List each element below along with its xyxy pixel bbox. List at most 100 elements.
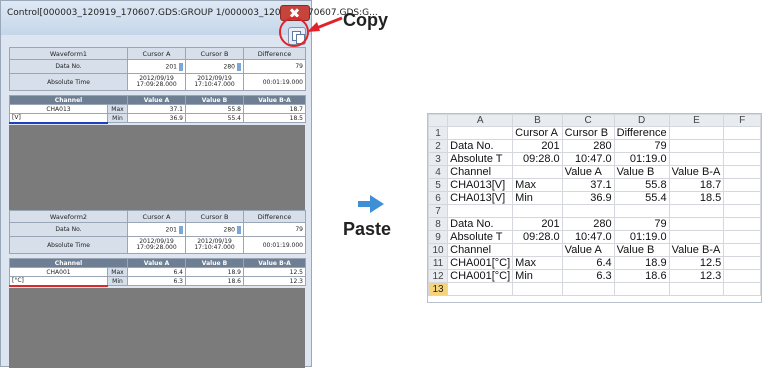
sheet-cell[interactable]: Value B-A	[668, 243, 725, 257]
sheet-cell[interactable]: 6.4	[561, 256, 615, 270]
sheet-cell[interactable]	[723, 165, 761, 179]
sheet-cell[interactable]: 09:28.0	[512, 230, 563, 244]
sheet-cell[interactable]: 280	[561, 139, 615, 153]
row-header[interactable]: 11	[428, 256, 449, 270]
sheet-cell[interactable]: Cursor B	[561, 126, 615, 140]
sheet-cell[interactable]	[613, 282, 670, 296]
sheet-cell[interactable]: CHA013[V]	[447, 191, 514, 205]
row-header[interactable]: 5	[428, 178, 449, 192]
sheet-cell[interactable]: Absolute T	[447, 230, 514, 244]
sheet-cell[interactable]	[668, 126, 725, 140]
sheet-cell[interactable]: 37.1	[561, 178, 615, 192]
sheet-cell[interactable]: Channel	[447, 165, 514, 179]
sheet-cell[interactable]: 12.3	[668, 269, 725, 283]
column-header[interactable]: D	[613, 114, 670, 127]
sheet-cell[interactable]: 10:47.0	[561, 152, 615, 166]
sheet-cell[interactable]: Data No.	[447, 217, 514, 231]
sheet-cell[interactable]	[723, 178, 761, 192]
sheet-cell[interactable]	[723, 282, 761, 296]
sheet-cell[interactable]	[723, 152, 761, 166]
row-header[interactable]: 10	[428, 243, 449, 257]
sheet-cell[interactable]: 55.8	[613, 178, 670, 192]
sheet-cell[interactable]: CHA013[V]	[447, 178, 514, 192]
sheet-cell[interactable]	[723, 243, 761, 257]
sheet-cell[interactable]: 55.4	[613, 191, 670, 205]
sheet-cell[interactable]: Value B	[613, 243, 670, 257]
sheet-cell[interactable]: 18.6	[613, 269, 670, 283]
row-header[interactable]: 6	[428, 191, 449, 205]
sheet-cell[interactable]: Max	[512, 256, 563, 270]
sheet-cell[interactable]	[668, 282, 725, 296]
row-header[interactable]: 7	[428, 204, 449, 218]
sheet-cell[interactable]: Value B	[613, 165, 670, 179]
row-header[interactable]: 9	[428, 230, 449, 244]
spinner-icon[interactable]	[237, 62, 241, 71]
sheet-cell[interactable]: 79	[613, 139, 670, 153]
sheet-cell[interactable]: Max	[512, 178, 563, 192]
row-header[interactable]: 1	[428, 126, 449, 140]
sheet-cell[interactable]	[668, 152, 725, 166]
select-all-corner[interactable]	[428, 114, 449, 127]
sheet-cell[interactable]	[723, 126, 761, 140]
spinner-icon[interactable]	[237, 225, 241, 234]
sheet-cell[interactable]: Value A	[561, 165, 615, 179]
sheet-cell[interactable]	[512, 243, 563, 257]
sheet-cell[interactable]	[668, 217, 725, 231]
sheet-cell[interactable]	[668, 139, 725, 153]
sheet-cell[interactable]: Channel	[447, 243, 514, 257]
sheet-cell[interactable]	[613, 204, 670, 218]
data-no-b-field[interactable]: 280	[185, 222, 244, 237]
data-no-a-field[interactable]: 201	[127, 59, 186, 74]
row-header[interactable]: 13	[428, 282, 449, 296]
sheet-cell[interactable]	[561, 282, 615, 296]
sheet-cell[interactable]	[447, 204, 514, 218]
sheet-cell[interactable]	[723, 204, 761, 218]
column-header[interactable]: F	[723, 114, 761, 127]
sheet-cell[interactable]: Min	[512, 269, 563, 283]
data-no-b-field[interactable]: 280	[185, 59, 244, 74]
row-header[interactable]: 8	[428, 217, 449, 231]
sheet-cell[interactable]	[723, 217, 761, 231]
sheet-cell[interactable]: 280	[561, 217, 615, 231]
sheet-cell[interactable]: 18.5	[668, 191, 725, 205]
sheet-cell[interactable]: 36.9	[561, 191, 615, 205]
sheet-cell[interactable]	[512, 282, 563, 296]
sheet-cell[interactable]	[668, 204, 725, 218]
row-header[interactable]: 12	[428, 269, 449, 283]
sheet-cell[interactable]: 201	[512, 217, 563, 231]
column-header[interactable]: C	[561, 114, 615, 127]
column-header[interactable]: E	[668, 114, 725, 127]
sheet-cell[interactable]: 6.3	[561, 269, 615, 283]
sheet-cell[interactable]: CHA001[°C]	[447, 256, 514, 270]
sheet-cell[interactable]	[561, 204, 615, 218]
sheet-cell[interactable]: CHA001[°C]	[447, 269, 514, 283]
sheet-cell[interactable]: Difference	[613, 126, 670, 140]
sheet-cell[interactable]: Value B-A	[668, 165, 725, 179]
data-no-a-field[interactable]: 201	[127, 222, 186, 237]
spinner-icon[interactable]	[179, 225, 183, 234]
sheet-cell[interactable]	[512, 165, 563, 179]
sheet-cell[interactable]	[668, 230, 725, 244]
sheet-cell[interactable]: 201	[512, 139, 563, 153]
column-header[interactable]: A	[447, 114, 514, 127]
row-header[interactable]: 2	[428, 139, 449, 153]
window-titlebar[interactable]: Control[000003_120919_170607.GDS:GROUP 1…	[1, 1, 378, 35]
sheet-cell[interactable]	[512, 204, 563, 218]
row-header[interactable]: 4	[428, 165, 449, 179]
sheet-cell[interactable]	[723, 191, 761, 205]
sheet-cell[interactable]	[447, 282, 514, 296]
sheet-cell[interactable]: 18.7	[668, 178, 725, 192]
sheet-cell[interactable]: Min	[512, 191, 563, 205]
sheet-cell[interactable]: Data No.	[447, 139, 514, 153]
sheet-cell[interactable]: 79	[613, 217, 670, 231]
sheet-cell[interactable]: 12.5	[668, 256, 725, 270]
sheet-cell[interactable]: Value A	[561, 243, 615, 257]
sheet-cell[interactable]: 10:47.0	[561, 230, 615, 244]
sheet-cell[interactable]: 01:19.0	[613, 152, 670, 166]
sheet-cell[interactable]	[723, 256, 761, 270]
sheet-cell[interactable]	[723, 269, 761, 283]
sheet-cell[interactable]	[723, 230, 761, 244]
sheet-cell[interactable]: 18.9	[613, 256, 670, 270]
sheet-cell[interactable]: Cursor A	[512, 126, 563, 140]
sheet-cell[interactable]	[723, 139, 761, 153]
